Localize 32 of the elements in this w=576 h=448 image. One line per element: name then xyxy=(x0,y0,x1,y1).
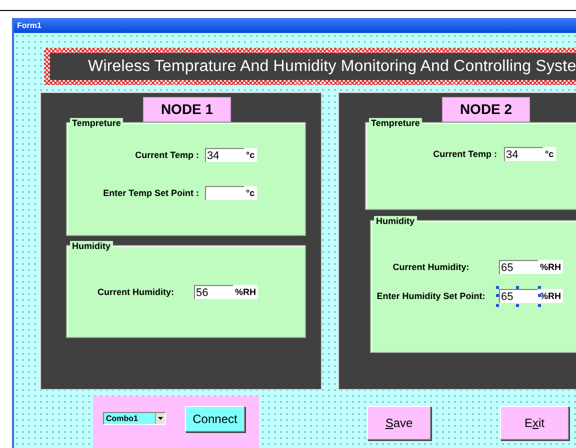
input-field[interactable]: 56 xyxy=(194,285,233,299)
save-button[interactable]: Save xyxy=(367,406,431,440)
input-field[interactable]: 65 xyxy=(499,260,538,274)
group-label: Tempreture xyxy=(70,118,123,128)
field-label: Current Humidity: xyxy=(392,262,470,272)
unit-label: %RH xyxy=(538,260,564,274)
group-label: Humidity xyxy=(70,241,113,251)
field-label: Current Temp : xyxy=(433,149,497,159)
input-field[interactable] xyxy=(205,186,244,200)
connect-button[interactable]: Connect xyxy=(185,406,245,432)
banner-title: Wireless Temprature And Humidity Monitoring And Controlling Syste xyxy=(88,58,576,76)
field-label: Enter Temp Set Point : xyxy=(103,188,199,198)
caret-icon xyxy=(158,417,163,420)
unit-label: %RH xyxy=(538,289,564,303)
unit-label: °c xyxy=(244,186,257,200)
group-label: Humidity xyxy=(374,216,417,226)
input-field[interactable]: 34 xyxy=(205,148,244,162)
field-label: Current Humidity: xyxy=(98,287,174,297)
node-title: NODE 2 xyxy=(442,97,530,122)
exit-button[interactable]: Exit xyxy=(500,406,569,440)
unit-label: %RH xyxy=(233,285,258,299)
dropdown-button[interactable] xyxy=(155,413,165,424)
field-label: Enter Humidity Set Point: xyxy=(376,291,486,301)
group-label: Tempreture xyxy=(369,118,422,128)
unit-label: °c xyxy=(244,148,257,162)
unit-label: °c xyxy=(543,147,556,161)
input-field[interactable]: 34 xyxy=(504,147,543,161)
field-label: Current Temp : xyxy=(135,150,199,160)
input-field[interactable]: 65 xyxy=(499,289,538,303)
combo-box[interactable]: Combo1 xyxy=(103,412,166,425)
node-title: NODE 1 xyxy=(143,97,231,122)
window-title: Form1 xyxy=(17,21,42,30)
